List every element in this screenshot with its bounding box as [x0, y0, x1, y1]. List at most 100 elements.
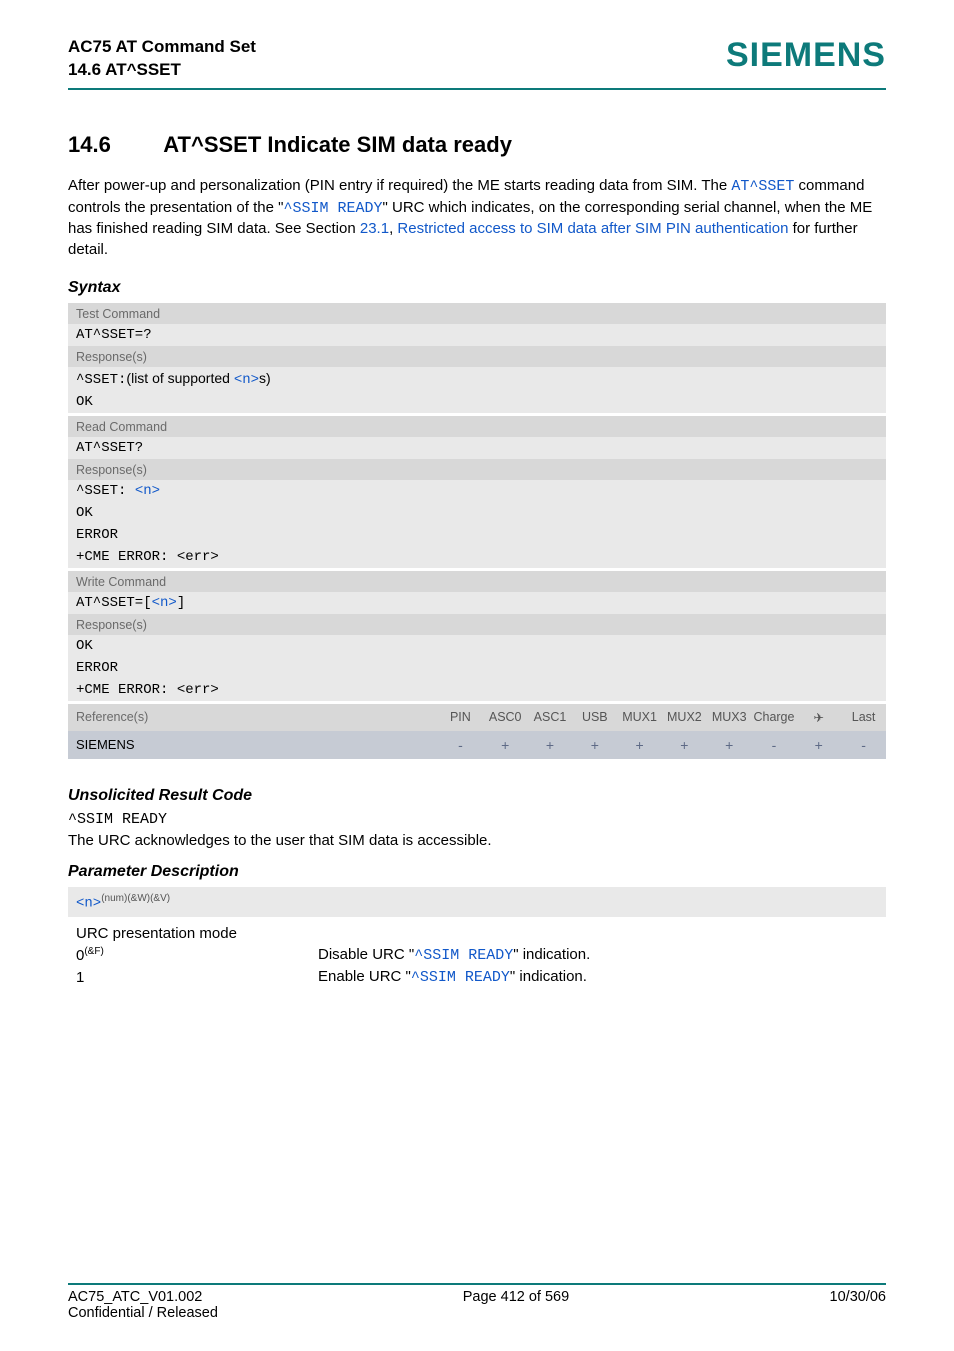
param-body-text: URC presentation mode: [68, 917, 886, 942]
footer-left: AC75_ATC_V01.002: [68, 1289, 202, 1305]
param-n-symbol[interactable]: <n>: [76, 895, 101, 911]
val-usb: +: [572, 731, 617, 759]
val-asc0: +: [483, 731, 528, 759]
read-response-line2: OK: [68, 502, 886, 524]
test-resp1-prefix: ^SSET:: [76, 372, 126, 388]
read-response-label: Response(s): [68, 459, 886, 480]
param-n-link[interactable]: <n>: [135, 483, 160, 499]
link-at-sset[interactable]: AT^SSET: [731, 178, 794, 195]
param-row-0-vb: " indication.: [513, 946, 590, 963]
param-row-1-key-val: 1: [76, 969, 84, 986]
section-heading: 14.6 AT^SSET Indicate SIM data ready: [68, 132, 886, 158]
page-header: AC75 AT Command Set 14.6 AT^SSET SIEMENS: [68, 36, 886, 82]
link-restricted-access[interactable]: Restricted access to SIM data after SIM …: [397, 220, 788, 237]
urc-code: ^SSIM READY: [68, 811, 886, 828]
param-row-1-va: Enable URC ": [318, 968, 411, 985]
col-charge: Charge: [752, 704, 797, 731]
header-title-block: AC75 AT Command Set 14.6 AT^SSET: [68, 36, 256, 82]
read-command-label: Read Command: [68, 416, 886, 437]
reference-row-values: - + + + + + + - + -: [438, 731, 886, 759]
param-row-0: 0(&F) Disable URC "^SSIM READY" indicati…: [68, 946, 886, 964]
param-n-bar: <n>(num)(&W)(&V): [68, 887, 886, 918]
page-footer: AC75_ATC_V01.002 Page 412 of 569 10/30/0…: [68, 1283, 886, 1321]
reference-header-row: Reference(s) PIN ASC0 ASC1 USB MUX1 MUX2…: [68, 704, 886, 731]
write-response-label: Response(s): [68, 614, 886, 635]
intro-paragraph: After power-up and personalization (PIN …: [68, 176, 886, 261]
col-pin: PIN: [438, 704, 483, 731]
param-row-0-key-sup: (&F): [84, 946, 103, 957]
urc-heading: Unsolicited Result Code: [68, 787, 886, 805]
param-row-0-value: Disable URC "^SSIM READY" indication.: [318, 946, 886, 964]
col-last: Last: [841, 704, 886, 731]
write-response-line3: +CME ERROR: <err>: [68, 679, 886, 701]
col-mux1: MUX1: [617, 704, 662, 731]
reference-columns: PIN ASC0 ASC1 USB MUX1 MUX2 MUX3 Charge …: [438, 704, 886, 731]
reference-value-row: SIEMENS - + + + + + + - + -: [68, 731, 886, 759]
write-cmd-a: AT^SSET=[: [76, 595, 152, 611]
footer-row-2: Confidential / Released: [68, 1305, 886, 1321]
col-asc0: ASC0: [483, 704, 528, 731]
test-command-cmd: AT^SSET=?: [68, 324, 886, 346]
reference-row-label: SIEMENS: [68, 731, 438, 759]
col-usb: USB: [572, 704, 617, 731]
param-row-1-vb: " indication.: [510, 968, 587, 985]
col-mux2: MUX2: [662, 704, 707, 731]
syntax-heading: Syntax: [68, 279, 886, 297]
param-row-0-key: 0(&F): [68, 946, 318, 964]
test-response-line1: ^SSET:(list of supported <n>s): [68, 367, 886, 391]
link-section-23-1[interactable]: 23.1: [360, 220, 389, 237]
param-heading: Parameter Description: [68, 863, 886, 881]
link-ssim-ready[interactable]: ^SSIM READY: [414, 947, 513, 964]
header-title-line2: 14.6 AT^SSET: [68, 59, 256, 82]
footer-right: 10/30/06: [830, 1289, 886, 1305]
param-row-1: 1 Enable URC "^SSIM READY" indication.: [68, 968, 886, 986]
param-row-1-value: Enable URC "^SSIM READY" indication.: [318, 968, 886, 986]
col-mux3: MUX3: [707, 704, 752, 731]
intro-text-1: After power-up and personalization (PIN …: [68, 177, 731, 194]
val-charge: -: [752, 731, 797, 759]
write-command-label: Write Command: [68, 571, 886, 592]
val-mux3: +: [707, 731, 752, 759]
footer-center: Page 412 of 569: [463, 1289, 569, 1305]
test-command-label: Test Command: [68, 303, 886, 324]
read-response-line4: +CME ERROR: <err>: [68, 546, 886, 568]
brand-logo: SIEMENS: [726, 36, 886, 75]
link-ssim-ready-urc[interactable]: ^SSIM READY: [283, 200, 382, 217]
val-airplane: +: [796, 731, 841, 759]
test-resp1-suffix: s): [259, 370, 271, 386]
section-title: AT^SSET Indicate SIM data ready: [163, 132, 512, 157]
val-mux1: +: [617, 731, 662, 759]
test-response-line2: OK: [68, 391, 886, 413]
write-cmd-b: ]: [177, 595, 185, 611]
write-command-block: Write Command AT^SSET=[<n>] Response(s) …: [68, 571, 886, 701]
read-response-line3: ERROR: [68, 524, 886, 546]
header-divider: [68, 88, 886, 90]
read-resp1-prefix: ^SSET:: [76, 483, 135, 499]
param-n-link[interactable]: <n>: [234, 372, 259, 388]
section-number: 14.6: [68, 132, 158, 158]
param-row-0-va: Disable URC ": [318, 946, 414, 963]
val-mux2: +: [662, 731, 707, 759]
test-response-label: Response(s): [68, 346, 886, 367]
read-command-cmd: AT^SSET?: [68, 437, 886, 459]
write-response-line2: ERROR: [68, 657, 886, 679]
val-asc1: +: [528, 731, 573, 759]
reference-label: Reference(s): [68, 704, 438, 731]
footer-row-1: AC75_ATC_V01.002 Page 412 of 569 10/30/0…: [68, 1289, 886, 1305]
footer-divider: [68, 1283, 886, 1285]
param-n-link[interactable]: <n>: [152, 595, 177, 611]
header-title-line1: AC75 AT Command Set: [68, 37, 256, 56]
col-asc1: ASC1: [528, 704, 573, 731]
param-row-1-key: 1: [68, 968, 318, 986]
param-n-sup: (num)(&W)(&V): [101, 893, 170, 904]
read-command-block: Read Command AT^SSET? Response(s) ^SSET:…: [68, 416, 886, 568]
urc-description: The URC acknowledges to the user that SI…: [68, 832, 886, 849]
val-last: -: [841, 731, 886, 759]
col-airplane-icon: ✈: [796, 704, 841, 731]
link-ssim-ready[interactable]: ^SSIM READY: [411, 969, 510, 986]
write-response-line1: OK: [68, 635, 886, 657]
test-command-block: Test Command AT^SSET=? Response(s) ^SSET…: [68, 303, 886, 413]
write-command-cmd: AT^SSET=[<n>]: [68, 592, 886, 614]
val-pin: -: [438, 731, 483, 759]
test-resp1-mid: (list of supported: [126, 370, 233, 386]
